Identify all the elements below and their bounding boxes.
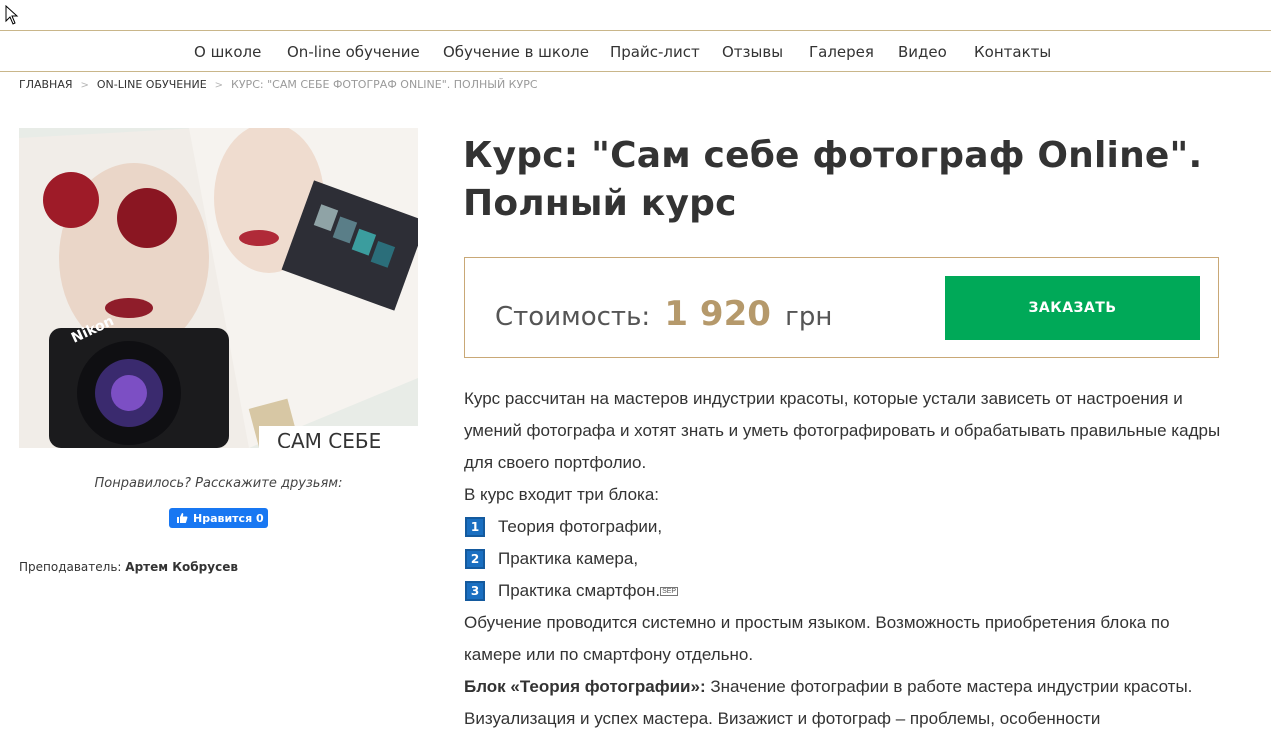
nav-item-video[interactable]: Видео (898, 43, 947, 61)
intro-paragraph: Курс рассчитан на мастеров индустрии кра… (464, 389, 1221, 472)
nav-item-price-list[interactable]: Прайс-лист (610, 43, 700, 61)
note-paragraph: Обучение проводится системно и простым я… (464, 613, 1170, 664)
list-item: 1 Теория фотографии, (464, 511, 1224, 543)
nav-item-about[interactable]: О школе (194, 43, 261, 61)
thumbs-up-icon (177, 513, 188, 523)
number-2-icon: 2 (465, 549, 485, 569)
list-item-text: Практика смартфон. (498, 581, 661, 600)
price-box: Стоимость: 1 920 грн ЗАКАЗАТЬ (464, 257, 1219, 358)
list-item-text: Практика камера, (498, 549, 639, 568)
mouse-cursor-icon (5, 5, 19, 25)
nav-item-online[interactable]: On-line обучение (287, 43, 420, 61)
chevron-right-icon: > (214, 80, 224, 91)
title-line-2: Полный курс (463, 183, 737, 224)
course-image: Nikon САМ СЕБЕ (19, 128, 418, 448)
theory-paragraph: Блок «Теория фотографии»: Значение фотог… (464, 671, 1224, 735)
price-label: Стоимость: (495, 302, 651, 332)
share-prompt: Понравилось? Расскажите друзьям: (94, 476, 343, 491)
list-item-text: Теория фотографии, (498, 517, 663, 536)
price-currency: грн (785, 302, 833, 332)
price-display: Стоимость: 1 920 грн (495, 294, 832, 334)
main-navigation: О школе On-line обучение Обучение в школ… (0, 31, 1271, 72)
breadcrumb: Главная > On-line обучение > Курс: "Сам себе… (19, 78, 538, 91)
page-title: Курс: "Сам себе фотограф Online". Полный… (463, 132, 1223, 228)
nav-item-reviews[interactable]: Отзывы (722, 43, 783, 61)
facebook-like-button[interactable]: Нравится 0 (169, 508, 268, 528)
number-1-icon: 1 (465, 517, 485, 537)
theory-title: Блок «Теория фотографии»: (464, 677, 706, 696)
breadcrumb-current: Курс: "Сам себе фотограф Online". Полный… (231, 78, 538, 91)
blocks-intro: В курс входит три блока: (464, 485, 660, 504)
teacher-info: Преподаватель: Артем Кобрусев (19, 560, 238, 574)
chevron-right-icon: > (80, 80, 89, 91)
nav-item-school-training[interactable]: Обучение в школе (443, 43, 589, 61)
separator-glyph: SEP (660, 586, 679, 596)
course-description: Курс рассчитан на мастеров индустрии кра… (464, 383, 1224, 735)
top-bar (0, 0, 1271, 31)
nav-item-gallery[interactable]: Галерея (809, 43, 874, 61)
price-value: 1 920 (664, 294, 771, 334)
nav-item-contacts[interactable]: Контакты (974, 43, 1051, 61)
image-caption: САМ СЕБЕ (277, 429, 381, 448)
breadcrumb-section[interactable]: On-line обучение (97, 78, 207, 91)
like-label: Нравится 0 (193, 511, 264, 525)
teacher-label: Преподаватель: (19, 560, 122, 574)
teacher-name: Артем Кобрусев (125, 560, 238, 574)
list-item: 3 Практика смартфон. SEP (464, 575, 1224, 607)
order-button[interactable]: ЗАКАЗАТЬ (945, 276, 1200, 340)
breadcrumb-home[interactable]: Главная (19, 78, 73, 91)
list-item: 2 Практика камера, (464, 543, 1224, 575)
number-3-icon: 3 (465, 581, 485, 601)
title-line-1: Курс: "Сам себе фотограф Online". (463, 135, 1203, 176)
